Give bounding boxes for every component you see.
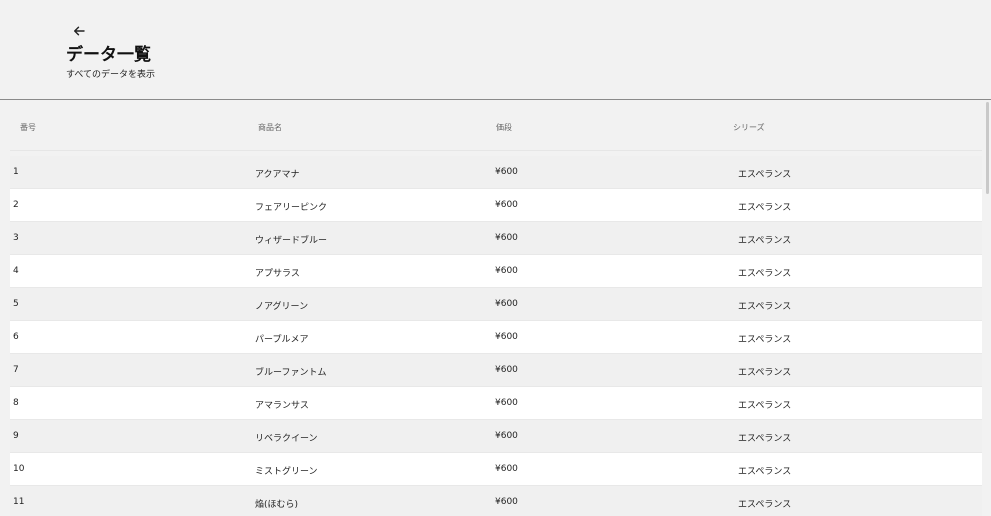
cell-number: 9: [13, 431, 19, 441]
arrow-left-icon: [74, 26, 85, 36]
cell-price: ¥600: [495, 365, 518, 375]
cell-product-name: ミストグリーン: [255, 467, 318, 477]
table-row[interactable]: 11 焔(ほむら) ¥600 エスペランス: [10, 486, 982, 516]
column-header-series[interactable]: シリーズ: [733, 122, 765, 133]
cell-product-name: ブルーファントム: [255, 368, 327, 378]
page-subtitle: すべてのデータを表示: [66, 70, 156, 80]
cell-product-name: フェアリーピンク: [255, 203, 328, 213]
cell-number: 8: [13, 398, 19, 408]
table-row[interactable]: 1 アクアマナ ¥600 エスペランス: [10, 156, 982, 189]
cell-series: エスペランス: [738, 236, 792, 246]
cell-price: ¥600: [495, 266, 518, 276]
cell-series: エスペランス: [738, 170, 792, 180]
cell-price: ¥600: [495, 332, 518, 342]
column-header-product-name[interactable]: 商品名: [258, 122, 282, 133]
page-header: データ一覧 すべてのデータを表示: [0, 0, 991, 100]
table-row[interactable]: 2 フェアリーピンク ¥600 エスペランス: [10, 189, 982, 222]
cell-series: エスペランス: [738, 401, 792, 411]
table-row[interactable]: 8 アマランサス ¥600 エスペランス: [10, 387, 982, 420]
data-table: 番号 商品名 価段 シリーズ 1 アクアマナ ¥600 エスペランス 2 フェアリーピンク…: [10, 100, 982, 516]
table-row[interactable]: 9 リベラクイーン ¥600 エスペランス: [10, 420, 982, 453]
cell-price: ¥600: [495, 497, 518, 507]
cell-number: 5: [13, 299, 19, 309]
cell-price: ¥600: [495, 299, 518, 309]
table-row[interactable]: 7 ブルーファントム ¥600 エスペランス: [10, 354, 982, 387]
table-row[interactable]: 6 パープルメア ¥600 エスペランス: [10, 321, 982, 354]
column-header-number[interactable]: 番号: [20, 122, 36, 133]
cell-series: エスペランス: [738, 467, 792, 477]
cell-price: ¥600: [495, 167, 518, 177]
table-body: 1 アクアマナ ¥600 エスペランス 2 フェアリーピンク ¥600 エスペランス 3 ウィザー…: [10, 156, 982, 516]
cell-price: ¥600: [495, 431, 518, 441]
table-row[interactable]: 10 ミストグリーン ¥600 エスペランス: [10, 453, 982, 486]
table-row[interactable]: 3 ウィザードブルー ¥600 エスペランス: [10, 222, 982, 255]
cell-product-name: ノアグリーン: [255, 302, 309, 312]
column-header-price[interactable]: 価段: [496, 122, 512, 133]
table-row[interactable]: 5 ノアグリーン ¥600 エスペランス: [10, 288, 982, 321]
cell-number: 6: [13, 332, 19, 342]
cell-series: エスペランス: [738, 335, 792, 345]
cell-price: ¥600: [495, 464, 518, 474]
cell-product-name: ウィザードブルー: [255, 236, 328, 246]
cell-number: 3: [13, 233, 19, 243]
cell-number: 1: [13, 167, 19, 177]
cell-series: エスペランス: [738, 269, 792, 279]
cell-number: 7: [13, 365, 19, 375]
table-header: 番号 商品名 価段 シリーズ: [10, 100, 982, 151]
cell-product-name: 焔(ほむら): [255, 500, 299, 510]
cell-series: エスペランス: [738, 203, 792, 213]
cell-product-name: アプサラス: [255, 269, 300, 279]
scrollbar-thumb[interactable]: [986, 102, 989, 194]
cell-price: ¥600: [495, 200, 518, 210]
cell-product-name: パープルメア: [255, 335, 309, 345]
cell-series: エスペランス: [738, 434, 792, 444]
scrollbar[interactable]: [985, 100, 991, 516]
cell-product-name: アクアマナ: [255, 170, 300, 180]
cell-series: エスペランス: [738, 302, 792, 312]
cell-series: エスペランス: [738, 500, 792, 510]
cell-product-name: アマランサス: [255, 401, 309, 411]
cell-number: 10: [13, 464, 25, 474]
back-button[interactable]: [70, 22, 88, 40]
page-title: データ一覧: [66, 45, 151, 65]
cell-number: 4: [13, 266, 19, 276]
cell-number: 11: [13, 497, 25, 507]
cell-product-name: リベラクイーン: [255, 434, 318, 444]
table-row[interactable]: 4 アプサラス ¥600 エスペランス: [10, 255, 982, 288]
cell-price: ¥600: [495, 233, 518, 243]
cell-number: 2: [13, 200, 19, 210]
cell-price: ¥600: [495, 398, 518, 408]
cell-series: エスペランス: [738, 368, 792, 378]
